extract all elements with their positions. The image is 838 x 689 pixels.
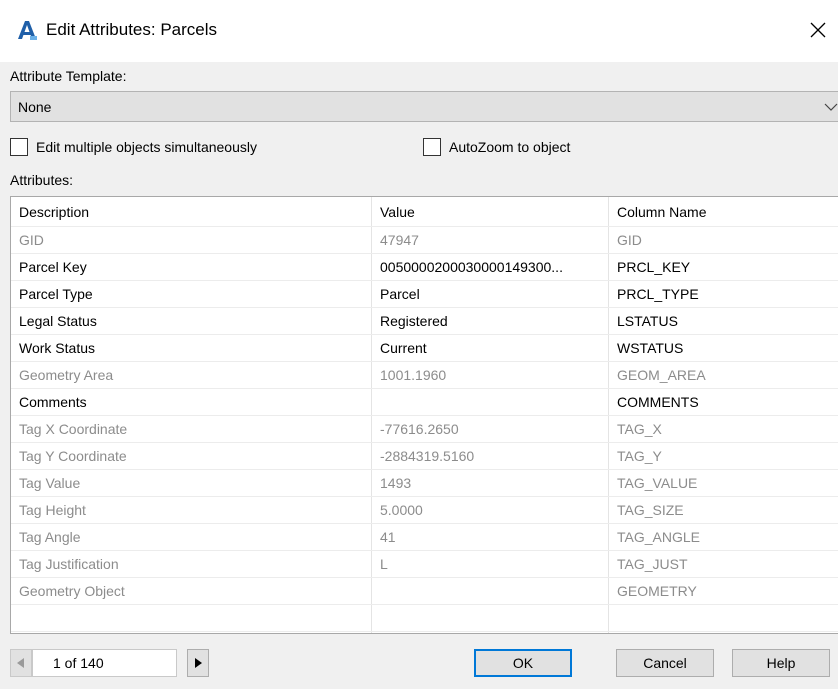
row-description: Tag Y Coordinate	[19, 448, 127, 464]
empty-row	[11, 605, 838, 632]
row-value	[380, 578, 606, 605]
table-row[interactable]: GID 47947 GID	[11, 227, 838, 254]
autozoom-option[interactable]: AutoZoom to object	[423, 138, 570, 156]
row-value: 1001.1960	[380, 367, 447, 383]
table-row[interactable]: Geometry Area 1001.1960 GEOM_AREA	[11, 362, 838, 389]
row-column-name: TAG_SIZE	[617, 502, 684, 518]
table-row[interactable]: Legal Status Registered LSTATUS	[11, 308, 838, 335]
edit-multiple-checkbox[interactable]	[10, 138, 28, 156]
row-value: -77616.2650	[380, 421, 459, 437]
row-description: Tag Value	[19, 475, 81, 491]
table-row[interactable]: Parcel Key 0050000200030000149300... PRCL_…	[11, 254, 838, 281]
row-description: Geometry Object	[19, 583, 125, 599]
edit-multiple-option[interactable]: Edit multiple objects simultaneously	[10, 138, 257, 156]
table-row[interactable]: Tag Y Coordinate -2884319.5160 TAG_Y	[11, 443, 838, 470]
row-value[interactable]	[380, 389, 606, 416]
row-column-name: LSTATUS	[617, 313, 678, 329]
row-column-name: TAG_ANGLE	[617, 529, 700, 545]
dialog-footer: 1 of 140 OK Cancel Help	[0, 635, 838, 689]
title-bar: Edit Attributes: Parcels	[0, 0, 838, 62]
window-title: Edit Attributes: Parcels	[46, 20, 218, 39]
row-description: Tag Justification	[19, 556, 119, 572]
row-value: L	[380, 556, 388, 572]
attribute-template-dropdown[interactable]: None	[10, 91, 838, 122]
row-column-name: TAG_JUST	[617, 556, 688, 572]
row-column-name: PRCL_KEY	[617, 259, 691, 275]
attribute-template-value: None	[18, 99, 52, 115]
chevron-down-icon	[824, 103, 838, 111]
row-value: 5.0000	[380, 502, 423, 518]
table-row[interactable]: Work Status Current WSTATUS	[11, 335, 838, 362]
table-row[interactable]: Tag Height 5.0000 TAG_SIZE	[11, 497, 838, 524]
row-description: Geometry Area	[19, 367, 114, 383]
table-row[interactable]: Tag Angle 41 TAG_ANGLE	[11, 524, 838, 551]
attribute-template-label: Attribute Template:	[10, 68, 127, 84]
row-description: GID	[19, 232, 44, 248]
autozoom-label: AutoZoom to object	[449, 139, 571, 155]
triangle-left-icon	[17, 658, 24, 668]
row-value: 41	[380, 529, 396, 545]
close-button[interactable]	[798, 10, 838, 50]
row-description: Work Status	[19, 340, 95, 356]
row-description: Tag Height	[19, 502, 86, 518]
row-description: Parcel Key	[19, 259, 87, 275]
ok-button[interactable]: OK	[474, 649, 572, 677]
row-column-name: GEOMETRY	[617, 583, 697, 599]
row-description: Tag X Coordinate	[19, 421, 128, 437]
table-row[interactable]: Geometry Object GEOMETRY	[11, 578, 838, 605]
table-row[interactable]: Tag X Coordinate -77616.2650 TAG_X	[11, 416, 838, 443]
row-value[interactable]: Current	[380, 335, 606, 362]
header-column-name[interactable]: Column Name	[617, 197, 837, 227]
row-value: 1493	[380, 475, 412, 491]
row-value: -2884319.5160	[380, 448, 475, 464]
row-description: Tag Angle	[19, 529, 81, 545]
row-value: 47947	[380, 232, 419, 248]
app-logo-icon	[16, 19, 38, 41]
triangle-right-icon	[195, 658, 202, 668]
row-value[interactable]: Parcel	[380, 281, 606, 308]
close-icon	[810, 22, 826, 38]
row-description: Comments	[19, 394, 87, 410]
row-column-name: GID	[617, 232, 642, 248]
help-button[interactable]: Help	[732, 649, 830, 677]
cancel-button[interactable]: Cancel	[616, 649, 714, 677]
table-row[interactable]: Tag Justification L TAG_JUST	[11, 551, 838, 578]
previous-record-button[interactable]	[10, 649, 32, 677]
row-description: Parcel Type	[19, 286, 93, 302]
row-column-name: TAG_Y	[617, 448, 662, 464]
next-record-button[interactable]	[187, 649, 209, 677]
row-column-name: PRCL_TYPE	[617, 286, 699, 302]
table-header: Description Value Column Name	[11, 197, 838, 227]
attributes-table[interactable]: Description Value Column Name GID 47947 GI…	[10, 196, 838, 634]
edit-multiple-label: Edit multiple objects simultaneously	[36, 139, 257, 155]
header-value[interactable]: Value	[380, 197, 606, 227]
row-column-name: TAG_VALUE	[617, 475, 698, 491]
row-column-name: COMMENTS	[617, 394, 699, 410]
attributes-label: Attributes:	[10, 172, 74, 188]
row-column-name: GEOM_AREA	[617, 367, 706, 383]
record-position-field[interactable]: 1 of 140	[32, 649, 177, 677]
row-column-name: TAG_X	[617, 421, 662, 437]
row-description: Legal Status	[19, 313, 97, 329]
row-value[interactable]: 0050000200030000149300...	[380, 254, 606, 281]
row-value[interactable]: Registered	[380, 308, 606, 335]
row-column-name: WSTATUS	[617, 340, 684, 356]
header-description[interactable]: Description	[19, 197, 369, 227]
table-row[interactable]: Tag Value 1493 TAG_VALUE	[11, 470, 838, 497]
table-row[interactable]: Comments COMMENTS	[11, 389, 838, 416]
autozoom-checkbox[interactable]	[423, 138, 441, 156]
table-row[interactable]: Parcel Type Parcel PRCL_TYPE	[11, 281, 838, 308]
